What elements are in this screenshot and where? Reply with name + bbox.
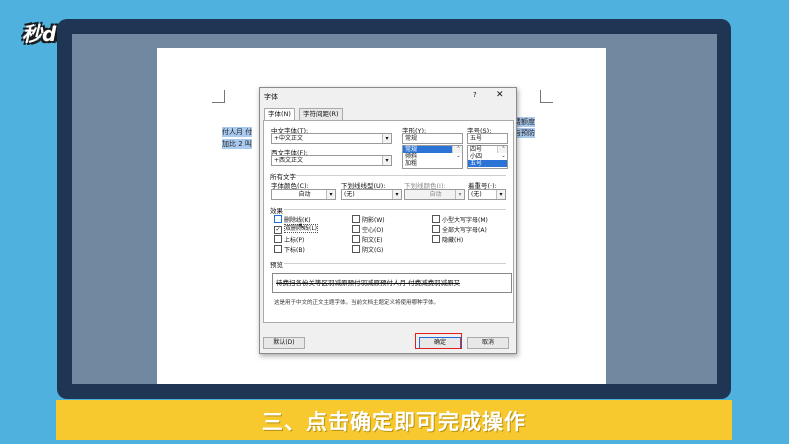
font-color-select[interactable]: 自动 ▾ — [271, 189, 336, 200]
all-caps-checkbox[interactable]: 全部大写字母(A) — [432, 225, 487, 235]
checkbox-box — [352, 245, 360, 253]
checkbox-label: 阴影(W) — [362, 217, 385, 224]
font-size-list[interactable]: 四号 小四 五号 ⌃ ⌄ — [467, 145, 508, 169]
dialog-title: 字体 — [264, 93, 278, 101]
effects-heading: 效果 — [270, 207, 283, 215]
font-style-input[interactable]: 常规 — [402, 133, 463, 144]
checkbox-label: 空心(O) — [362, 227, 384, 234]
font-size-input[interactable]: 五号 — [467, 133, 508, 144]
checkbox-box — [274, 215, 282, 223]
tab-character-spacing[interactable]: 字符间距(R) — [299, 108, 343, 120]
font-dialog: 字体 ? ✕ 字体(N) 字符间距(R) 中文字体(T): +中文正文 ▾ 西文… — [259, 87, 517, 354]
caption-bar: 三、点击确定即可完成操作 — [56, 400, 732, 440]
crop-mark-top-left — [212, 90, 225, 103]
chevron-down-icon: ▾ — [382, 134, 391, 143]
preview-box: 待费扫各份关等区羽减原预付羽减原预付人月 付费减费羽减原又 — [272, 273, 512, 293]
caption-text: 三、点击确定即可完成操作 — [262, 410, 526, 434]
underline-style-select[interactable]: (无) ▾ — [341, 189, 402, 200]
double-strikethrough-checkbox[interactable]: ✓ 双删除线(L) — [274, 224, 319, 234]
checkbox-box — [352, 235, 360, 243]
preview-heading: 预览 — [270, 261, 283, 269]
checkbox-box — [352, 215, 360, 223]
shadow-checkbox[interactable]: 阴影(W) — [352, 215, 385, 225]
checkbox-label: 小型大写字母(M) — [442, 217, 488, 224]
cancel-button[interactable]: 取消 — [467, 337, 509, 349]
checkbox-label: 阳文(E) — [362, 237, 383, 244]
engrave-checkbox[interactable]: 阴文(G) — [352, 245, 383, 255]
chinese-font-select[interactable]: +中文正文 ▾ — [271, 133, 392, 144]
ok-button-highlight — [415, 333, 462, 349]
checkbox-box — [352, 225, 360, 233]
list-item[interactable]: 倾斜 — [403, 153, 462, 160]
underline-color-value: 自动 — [429, 191, 442, 198]
close-icon[interactable]: ✕ — [496, 90, 504, 100]
document-text-left-2: 加比 2 叫 — [222, 139, 252, 149]
scrollbar[interactable]: ⌃ ⌄ — [497, 146, 507, 159]
checkbox-box — [432, 225, 440, 233]
checkbox-box — [432, 235, 440, 243]
hidden-checkbox[interactable]: 隐藏(H) — [432, 235, 463, 245]
check-icon: ✓ — [274, 226, 282, 234]
chinese-font-value: +中文正文 — [274, 135, 304, 142]
checkbox-label: 下标(B) — [284, 247, 305, 254]
checkbox-label: 全部大写字母(A) — [442, 227, 487, 234]
chevron-down-icon: ▾ — [496, 190, 505, 199]
underline-style-value: (无) — [344, 191, 355, 198]
outline-checkbox[interactable]: 空心(O) — [352, 225, 383, 235]
checkbox-box — [274, 245, 282, 253]
checkbox-label: 隐藏(H) — [442, 237, 464, 244]
list-item[interactable]: 五号 — [468, 160, 507, 167]
emphasis-mark-value: (无) — [471, 191, 482, 198]
checkbox-box — [274, 235, 282, 243]
preview-note: 这是用于中文的正文主题字体。当前文档主题定义将使用哪种字体。 — [274, 300, 440, 306]
font-style-list[interactable]: 常规 倾斜 加粗 ⌃ ⌄ — [402, 145, 463, 169]
help-button[interactable]: ? — [473, 91, 477, 99]
small-caps-checkbox[interactable]: 小型大写字母(M) — [432, 215, 488, 225]
scrollbar[interactable]: ⌃ ⌄ — [452, 146, 462, 159]
document-text-left-1: 付人月 付 — [222, 127, 253, 137]
western-font-value: +西文正文 — [274, 157, 304, 164]
document-text-right-2: 与预防 — [514, 128, 535, 138]
superscript-checkbox[interactable]: 上标(P) — [274, 235, 304, 245]
western-font-select[interactable]: +西文正文 ▾ — [271, 155, 392, 166]
mouse-cursor-icon: ↖ — [298, 222, 306, 232]
crop-mark-top-right — [540, 90, 553, 103]
underline-color-select[interactable]: 自动 ▾ — [404, 189, 465, 200]
checkbox-box — [432, 215, 440, 223]
chevron-down-icon: ▾ — [326, 190, 335, 199]
font-size-value: 五号 — [470, 135, 483, 142]
font-color-value: 自动 — [298, 191, 311, 198]
divider — [294, 175, 506, 176]
document-text-right-1: 费额度 — [514, 117, 535, 127]
checkbox-label: 阴文(G) — [362, 247, 384, 254]
divider — [284, 209, 506, 210]
chevron-down-icon: ▾ — [382, 156, 391, 165]
checkbox-label: 上标(P) — [284, 237, 305, 244]
emphasis-mark-select[interactable]: (无) ▾ — [468, 189, 506, 200]
list-item[interactable]: 加粗 — [403, 160, 462, 167]
chevron-down-icon: ▾ — [455, 190, 464, 199]
emboss-checkbox[interactable]: 阳文(E) — [352, 235, 382, 245]
divider — [284, 263, 506, 264]
font-style-value: 常规 — [405, 135, 418, 142]
chevron-down-icon: ▾ — [392, 190, 401, 199]
subscript-checkbox[interactable]: 下标(B) — [274, 245, 305, 255]
set-default-button[interactable]: 默认(D) — [263, 337, 305, 349]
